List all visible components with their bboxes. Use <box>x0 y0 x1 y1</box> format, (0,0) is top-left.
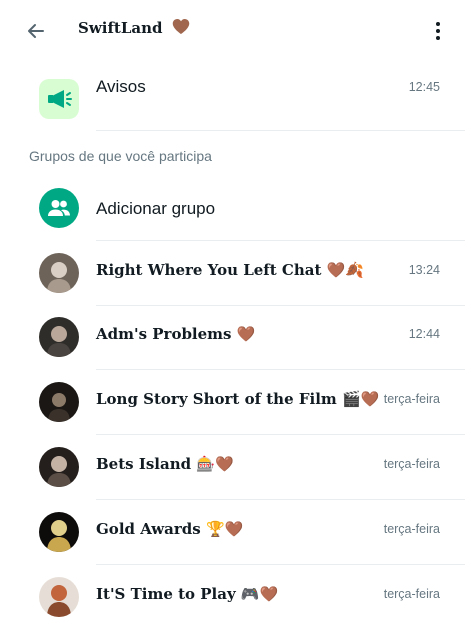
group-name-emoji: 🎮🤎 <box>240 585 279 603</box>
group-name-text: It'S Time to Play <box>96 585 236 603</box>
group-name-emoji: 🤎🍂 <box>326 261 364 279</box>
arrow-left-icon <box>28 24 44 38</box>
add-group-avatar <box>39 188 79 228</box>
group-row[interactable]: Bets Island 🎰🤎 terça-feira <box>0 435 465 500</box>
group-avatar <box>39 577 79 617</box>
back-button[interactable] <box>24 19 48 43</box>
group-avatar <box>39 512 79 552</box>
kebab-dot <box>436 36 440 40</box>
more-options-button[interactable] <box>428 18 448 44</box>
group-time: 12:44 <box>408 327 440 341</box>
group-name: Adm's Problems 🤎 <box>96 325 255 343</box>
group-row[interactable]: Gold Awards 🏆🤎 terça-feira <box>0 500 465 565</box>
group-name-text: Long Story Short of the Film <box>96 390 337 408</box>
group-name-emoji: 🎰🤎 <box>196 455 234 473</box>
group-row[interactable]: Long Story Short of the Film 🎬🤎 terça-fe… <box>0 370 465 435</box>
group-avatar <box>39 317 79 357</box>
group-name-text: Bets Island <box>96 455 192 473</box>
group-name: Right Where You Left Chat 🤎🍂 <box>96 261 364 279</box>
group-avatar <box>39 447 79 487</box>
group-name: It'S Time to Play 🎮🤎 <box>96 585 278 603</box>
group-row[interactable]: It'S Time to Play 🎮🤎 terça-feira <box>0 565 465 630</box>
group-add-icon <box>48 200 70 216</box>
add-group-label: Adicionar grupo <box>96 199 216 218</box>
group-name-text: Right Where You Left Chat <box>96 261 322 279</box>
group-name-emoji: 🏆🤎 <box>205 520 244 538</box>
announcements-time: 12:45 <box>408 80 440 94</box>
announcements-name: Avisos <box>96 77 146 96</box>
group-name: Gold Awards 🏆🤎 <box>96 520 243 538</box>
group-name-emoji: 🤎 <box>236 325 256 343</box>
group-name-text: Adm's Problems <box>96 325 232 343</box>
group-time: terça-feira <box>383 587 440 601</box>
group-time: terça-feira <box>383 392 440 406</box>
group-time: terça-feira <box>383 457 440 471</box>
group-avatar-image <box>39 317 79 357</box>
group-time: terça-feira <box>383 522 440 536</box>
divider <box>96 130 465 131</box>
group-name-emoji: 🎬🤎 <box>342 390 380 408</box>
announcements-avatar <box>39 79 79 119</box>
groups-section-label: Grupos de que você participa <box>29 148 212 164</box>
kebab-dot <box>436 29 440 33</box>
group-avatar-image <box>39 382 79 422</box>
group-row[interactable]: Right Where You Left Chat 🤎🍂 13:24 <box>0 241 465 306</box>
group-avatar <box>39 382 79 422</box>
group-avatar-image <box>39 577 79 617</box>
kebab-menu-icon <box>436 22 440 26</box>
app-header: SwiftLand <box>0 0 465 62</box>
group-name: Long Story Short of the Film 🎬🤎 <box>96 390 379 408</box>
group-row[interactable]: Adm's Problems 🤎 12:44 <box>0 305 465 370</box>
megaphone-icon <box>48 90 72 108</box>
group-name: Bets Island 🎰🤎 <box>96 455 234 473</box>
brown-heart-icon <box>172 19 189 34</box>
group-avatar-image <box>39 253 79 293</box>
group-time: 13:24 <box>408 263 440 277</box>
community-title: SwiftLand <box>78 18 190 37</box>
group-avatar-image <box>39 512 79 552</box>
group-name-text: Gold Awards <box>96 520 201 538</box>
group-avatar <box>39 253 79 293</box>
community-title-text: SwiftLand <box>78 19 163 37</box>
group-avatar-image <box>39 447 79 487</box>
